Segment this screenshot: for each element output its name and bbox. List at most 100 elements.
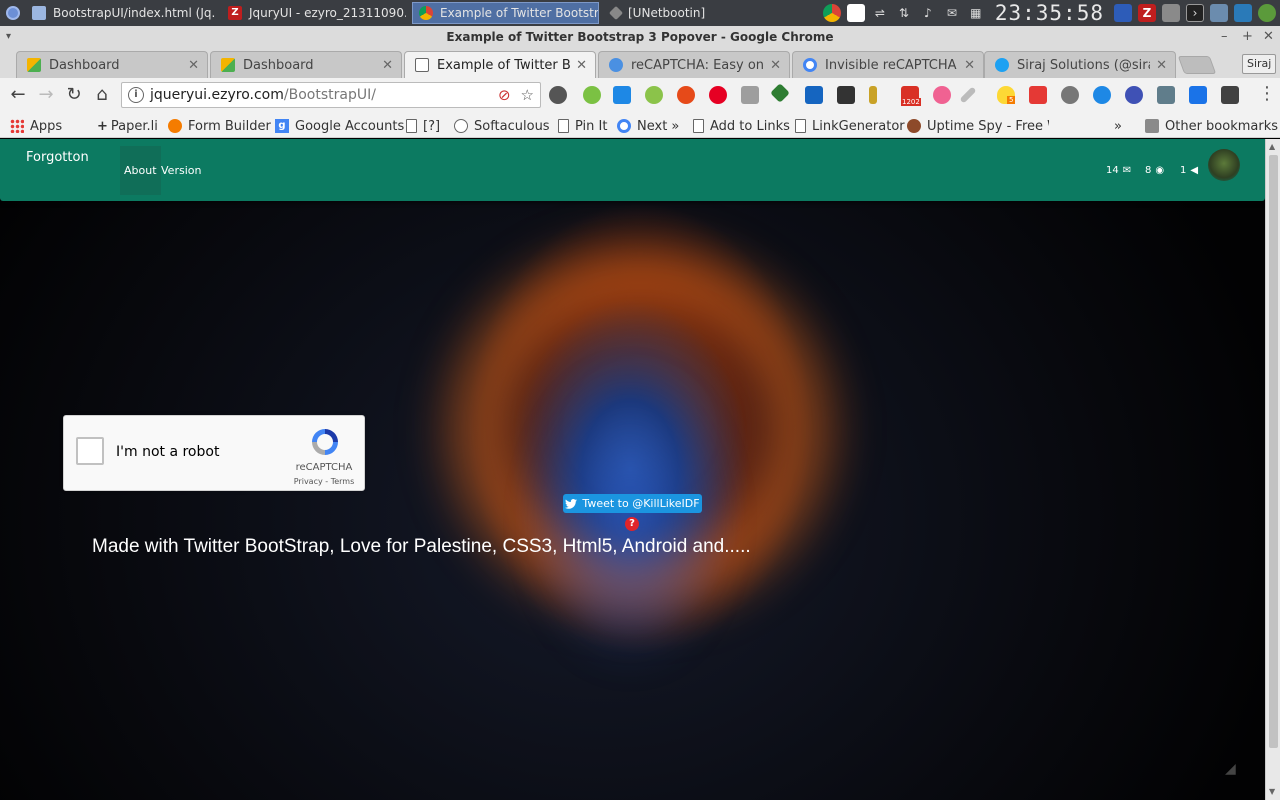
bookmark-uptime-spy[interactable]: Uptime Spy - Free W — [907, 116, 1049, 136]
extension-film-icon[interactable] — [837, 86, 855, 104]
close-tab-icon[interactable]: ✕ — [964, 58, 975, 73]
chrome-tray-icon[interactable] — [822, 4, 841, 22]
extension-star-icon[interactable] — [1029, 86, 1047, 104]
more-bookmarks-chevron-icon[interactable]: » — [1114, 116, 1122, 136]
site-info-icon[interactable]: i — [128, 87, 144, 103]
close-tab-icon[interactable]: ✕ — [382, 58, 393, 73]
bookmark-pin-it[interactable]: Pin It — [558, 116, 607, 136]
extension-pocket-icon[interactable] — [933, 86, 951, 104]
extension-key-icon[interactable] — [869, 86, 877, 104]
terminal-icon[interactable]: › — [1186, 4, 1204, 22]
reload-icon[interactable]: ↻ — [63, 84, 85, 106]
tab-bootstrap-popover[interactable]: Example of Twitter Boot ✕ — [404, 51, 596, 78]
resize-grip-icon: ◢ — [1225, 761, 1236, 777]
back-arrow-icon[interactable]: ← — [7, 84, 29, 106]
close-tab-icon[interactable]: ✕ — [770, 58, 781, 73]
recaptcha-logo-icon — [312, 429, 338, 455]
scroll-down-arrow-icon[interactable]: ▼ — [1269, 787, 1275, 796]
taskbar-task-chrome[interactable]: Example of Twitter Bootstr... — [412, 2, 599, 24]
tab-dashboard-2[interactable]: Dashboard ✕ — [210, 51, 402, 78]
network-plug-icon[interactable]: ⇌ — [871, 4, 889, 22]
nav-link-about[interactable]: About — [120, 146, 161, 195]
bookmark-paperli[interactable]: + Paper.li — [97, 116, 158, 136]
scrollbar-thumb[interactable] — [1269, 155, 1278, 748]
extension-android-icon[interactable] — [645, 86, 663, 104]
taskbar-task-editor[interactable]: BootstrapUI/index.html (Jq... — [26, 2, 216, 24]
help-popover-trigger[interactable]: ? — [625, 517, 639, 531]
extension-image-icon[interactable] — [1157, 86, 1175, 104]
extension-shield-icon[interactable] — [741, 86, 759, 104]
bookmark-next[interactable]: Next » — [617, 116, 679, 136]
blocked-content-icon[interactable]: ⊘ — [498, 86, 511, 104]
bookmark-form-builder[interactable]: Form Builder — [168, 116, 271, 136]
close-tab-icon[interactable]: ✕ — [576, 58, 587, 73]
extension-eye-icon[interactable] — [1061, 86, 1079, 104]
profile-button[interactable]: Siraj — [1242, 54, 1277, 74]
nav-link-version[interactable]: Version — [157, 146, 205, 195]
notifications-indicator[interactable]: 1 ◀ — [1180, 165, 1198, 176]
bookmark-linkgenerator[interactable]: LinkGenerator — [795, 116, 905, 136]
extension-eyedropper-icon[interactable] — [959, 86, 977, 104]
folder-icon[interactable] — [1162, 4, 1180, 22]
forward-arrow-icon[interactable]: → — [35, 84, 57, 106]
extension-spy-icon[interactable] — [549, 86, 567, 104]
clock[interactable]: 23:35:58 — [995, 1, 1104, 25]
window-menu-chevron-icon[interactable]: ▾ — [6, 26, 11, 48]
taskbar-task-filezilla[interactable]: Z JquryUI - ezyro_21311090... — [222, 2, 406, 24]
tab-siraj-twitter[interactable]: Siraj Solutions (@sirajsol ✕ — [984, 51, 1176, 78]
avatar[interactable] — [1208, 149, 1240, 181]
extension-pinterest-icon[interactable] — [709, 86, 727, 104]
filezilla-tray-icon[interactable]: Z — [1138, 4, 1156, 22]
extension-globe-icon[interactable] — [1125, 86, 1143, 104]
bookmark-softaculous[interactable]: Softaculous — [454, 116, 550, 136]
chrome-menu-icon[interactable]: ⋮ — [1258, 85, 1276, 103]
extension-frog-icon[interactable] — [583, 86, 601, 104]
page-scrollbar[interactable]: ▲ ▼ — [1265, 139, 1280, 800]
views-indicator[interactable]: 8 ◉ — [1145, 165, 1164, 176]
close-tab-icon[interactable]: ✕ — [1156, 58, 1167, 73]
extension-seo-icon[interactable] — [677, 86, 695, 104]
bookmark-apps[interactable]: Apps — [10, 116, 62, 136]
shield-icon[interactable] — [1114, 4, 1132, 22]
calculator-icon[interactable]: ▦ — [967, 4, 985, 22]
extension-green-diamond-icon[interactable] — [770, 83, 790, 103]
recaptcha-privacy-terms-link[interactable]: Privacy - Terms — [289, 477, 359, 486]
url-text[interactable]: jqueryui.ezyro.com/BootstrapUI/ — [150, 87, 376, 103]
extension-dark-icon[interactable] — [1221, 86, 1239, 104]
tab-dashboard-1[interactable]: Dashboard ✕ — [16, 51, 208, 78]
extension-plus-icon[interactable] — [1189, 86, 1207, 104]
tweet-button[interactable]: Tweet to @KillLikeIDF — [563, 494, 702, 513]
other-bookmarks-folder[interactable]: Other bookmarks — [1145, 116, 1278, 136]
close-window-button[interactable]: ✕ — [1263, 26, 1274, 48]
scroll-up-arrow-icon[interactable]: ▲ — [1269, 142, 1275, 151]
extension-blue-arrow-icon[interactable] — [1093, 86, 1111, 104]
extension-download-icon[interactable] — [613, 86, 631, 104]
bookmark-add-to-links[interactable]: Add to Links — [693, 116, 790, 136]
screenshot-icon[interactable] — [1210, 4, 1228, 22]
recaptcha-checkbox[interactable] — [76, 437, 104, 465]
volume-icon[interactable]: ♪ — [919, 4, 937, 22]
tab-recaptcha[interactable]: reCAPTCHA: Easy on Hu ✕ — [598, 51, 790, 78]
bookmark-star-icon[interactable]: ☆ — [521, 86, 534, 104]
taskbar-task-unetbootin[interactable]: [UNetbootin] — [605, 2, 715, 24]
maximize-window-button[interactable]: + — [1242, 26, 1253, 48]
site-brand[interactable]: Forgotton — [26, 150, 89, 165]
new-tab-button[interactable] — [1177, 56, 1217, 74]
bookmark-help[interactable]: [?] — [406, 116, 440, 136]
extension-gmail-icon[interactable]: 1202 — [901, 86, 921, 106]
start-menu-button[interactable] — [0, 0, 26, 26]
close-tab-icon[interactable]: ✕ — [188, 58, 199, 73]
home-icon[interactable]: ⌂ — [91, 84, 113, 106]
tab-invisible-recaptcha[interactable]: Invisible reCAPTCHA ✕ — [792, 51, 984, 78]
weather-icon[interactable] — [1258, 4, 1276, 22]
extension-new-icon[interactable] — [805, 86, 823, 104]
messages-indicator[interactable]: 14 ✉ — [1106, 165, 1131, 176]
address-bar[interactable]: i jqueryui.ezyro.com/BootstrapUI/ ⊘ ☆ — [121, 82, 541, 108]
network-transfer-icon[interactable]: ⇅ — [895, 4, 913, 22]
clipboard-icon[interactable] — [846, 4, 865, 22]
minimize-window-button[interactable]: – — [1221, 26, 1228, 48]
window-manager-icon[interactable] — [1234, 4, 1252, 22]
extension-bulb-icon[interactable]: 5 — [997, 86, 1016, 104]
bookmark-google-accounts[interactable]: g Google Accounts — [275, 116, 404, 136]
mail-icon[interactable]: ✉ — [943, 4, 961, 22]
